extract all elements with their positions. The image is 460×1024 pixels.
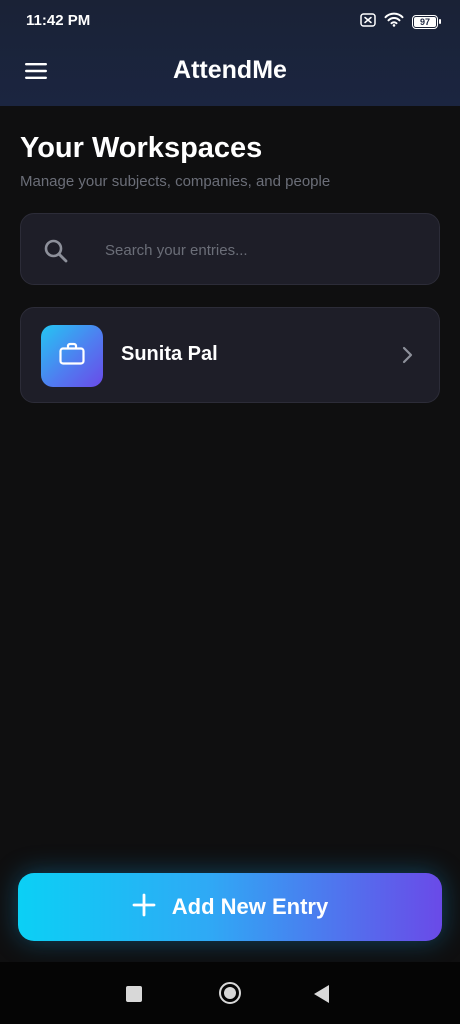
status-bar: 11:42 PM 97	[0, 0, 460, 42]
app-header: AttendMe	[0, 42, 460, 106]
page-subtitle: Manage your subjects, companies, and peo…	[20, 173, 331, 190]
sim-off-icon	[360, 12, 376, 32]
recents-button[interactable]	[126, 986, 142, 1002]
briefcase-icon	[58, 342, 86, 371]
battery-level: 97	[419, 17, 430, 27]
home-icon	[224, 987, 236, 999]
back-button[interactable]	[314, 985, 329, 1003]
battery-icon: 97	[412, 15, 441, 29]
app-title: AttendMe	[173, 56, 287, 84]
workspace-icon-tile	[41, 325, 103, 387]
status-time: 11:42 PM	[26, 12, 91, 29]
wifi-icon	[384, 12, 404, 32]
add-new-entry-button[interactable]: Add New Entry	[18, 873, 442, 941]
chevron-right-icon	[397, 345, 417, 365]
search-box[interactable]	[20, 213, 440, 285]
status-icons: 97	[360, 12, 441, 32]
search-icon	[43, 238, 69, 264]
plus-icon	[132, 893, 156, 922]
workspace-name: Sunita Pal	[121, 343, 218, 365]
home-button[interactable]	[219, 982, 241, 1004]
top-app-bar: 11:42 PM 97 AttendMe	[0, 0, 460, 106]
page-title: Your Workspaces	[20, 132, 263, 164]
page-heading: Your Workspaces Manage your subjects, co…	[20, 130, 440, 192]
search-input[interactable]	[105, 234, 415, 266]
workspace-card[interactable]: Sunita Pal	[20, 307, 440, 403]
add-new-entry-label: Add New Entry	[171, 894, 329, 919]
app-screen: 11:42 PM 97 AttendMe Your Workspaces Man…	[0, 0, 460, 1024]
system-navigation-bar	[0, 962, 460, 1024]
